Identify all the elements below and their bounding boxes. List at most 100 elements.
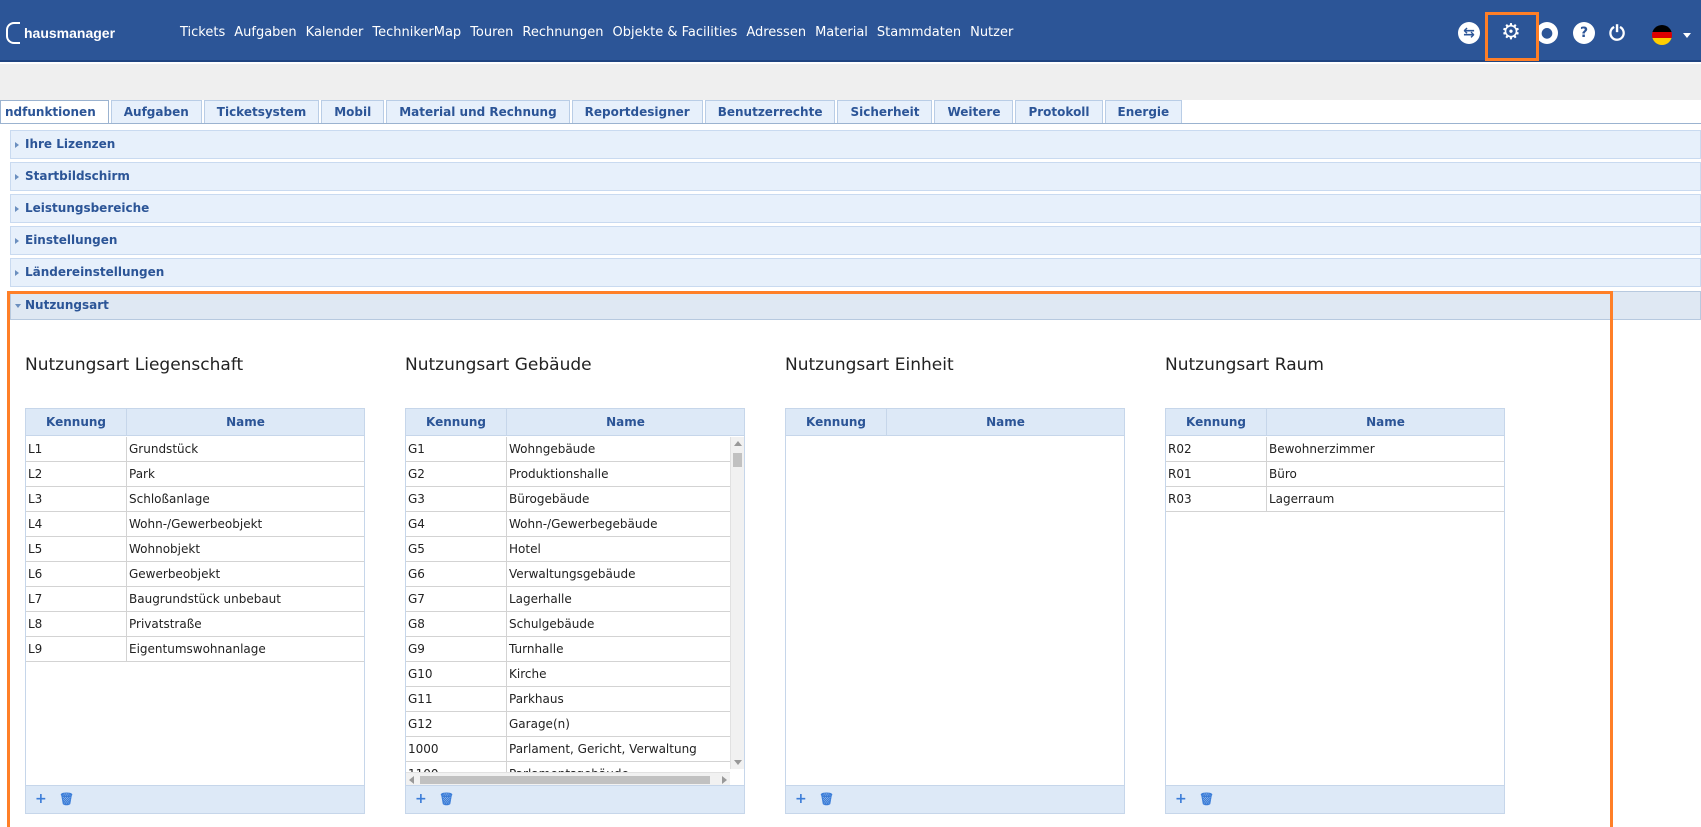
- table-row[interactable]: G1 Wohngebäude: [406, 437, 730, 462]
- tab-mobil[interactable]: Mobil: [321, 100, 385, 124]
- trash-icon[interactable]: 🗑: [1199, 792, 1214, 806]
- table-row[interactable]: G8 Schulgebäude: [406, 612, 730, 637]
- nav-technikermap[interactable]: TechnikerMap: [372, 25, 461, 40]
- nav-tickets[interactable]: Tickets: [180, 25, 225, 40]
- accordion-ihre-lizenzen[interactable]: Ihre Lizenzen: [10, 130, 1701, 159]
- gear-highlight-box: [1485, 12, 1539, 61]
- tab-ticketsystem[interactable]: Ticketsystem: [203, 100, 320, 124]
- table-row[interactable]: R01 Büro: [1166, 462, 1504, 487]
- scroll-down-icon[interactable]: [734, 760, 742, 765]
- scroll-thumb[interactable]: [420, 776, 710, 784]
- cell-name: Parkhaus: [509, 692, 564, 706]
- table-row[interactable]: L3 Schloßanlage: [26, 487, 364, 512]
- column-header-kennung[interactable]: Kennung: [786, 409, 887, 435]
- tab-aufgaben[interactable]: Aufgaben: [110, 100, 202, 124]
- table-row[interactable]: L1 Grundstück: [26, 437, 364, 462]
- cell-kennung: G4: [406, 512, 507, 536]
- cell-kennung: L6: [26, 562, 127, 586]
- table-row[interactable]: 1000 Parlament, Gericht, Verwaltung: [406, 737, 730, 762]
- accordion-leistungsbereiche[interactable]: Leistungsbereiche: [10, 194, 1701, 223]
- column-header-name[interactable]: Name: [1267, 409, 1504, 435]
- power-icon[interactable]: ⏻: [1606, 22, 1628, 44]
- cell-name: Wohngebäude: [509, 442, 596, 456]
- table-row[interactable]: L2 Park: [26, 462, 364, 487]
- nav-kalender[interactable]: Kalender: [306, 25, 364, 40]
- accordion-laendereinstellungen[interactable]: Ländereinstellungen: [10, 258, 1701, 287]
- nav-aufgaben[interactable]: Aufgaben: [234, 25, 296, 40]
- nav-nutzer[interactable]: Nutzer: [970, 25, 1013, 40]
- accordion-einstellungen[interactable]: Einstellungen: [10, 226, 1701, 255]
- table-row[interactable]: G3 Bürogebäude: [406, 487, 730, 512]
- grid-toolbar: + 🗑: [786, 785, 1124, 813]
- tab-weitere[interactable]: Weitere: [934, 100, 1014, 124]
- tab-protokoll[interactable]: Protokoll: [1015, 100, 1103, 124]
- exchange-icon[interactable]: ⇆: [1458, 22, 1480, 44]
- grid-header: Kennung Name: [26, 409, 364, 436]
- column-header-kennung[interactable]: Kennung: [26, 409, 127, 435]
- tab-sicherheit[interactable]: Sicherheit: [837, 100, 933, 124]
- german-flag-icon[interactable]: [1652, 25, 1672, 45]
- nav-stammdaten[interactable]: Stammdaten: [877, 25, 961, 40]
- trash-icon[interactable]: 🗑: [819, 792, 834, 806]
- nav-touren[interactable]: Touren: [470, 25, 513, 40]
- column-header-kennung[interactable]: Kennung: [1166, 409, 1267, 435]
- scroll-right-icon[interactable]: [722, 776, 727, 784]
- grid-body: L1 Grundstück L2 Park L3 Schloßanlage L4 Woh…: [26, 437, 364, 786]
- table-row[interactable]: L5 Wohnobjekt: [26, 537, 364, 562]
- tab-reportdesigner[interactable]: Reportdesigner: [571, 100, 703, 124]
- table-row[interactable]: L7 Baugrundstück unbebaut: [26, 587, 364, 612]
- cell-kennung: G9: [406, 637, 507, 661]
- grid-header: Kennung Name: [406, 409, 744, 436]
- cell-name: Park: [129, 467, 155, 481]
- help-icon[interactable]: ?: [1573, 22, 1595, 44]
- column-header-name[interactable]: Name: [127, 409, 364, 435]
- table-row[interactable]: L6 Gewerbeobjekt: [26, 562, 364, 587]
- table-row[interactable]: G12 Garage(n): [406, 712, 730, 737]
- table-row[interactable]: G11 Parkhaus: [406, 687, 730, 712]
- tab-material-und-rechnung[interactable]: Material und Rechnung: [386, 100, 570, 124]
- trash-icon[interactable]: 🗑: [59, 792, 74, 806]
- table-row[interactable]: R02 Bewohnerzimmer: [1166, 437, 1504, 462]
- nav-objekte-facilities[interactable]: Objekte & Facilities: [612, 25, 737, 40]
- trash-icon[interactable]: 🗑: [439, 792, 454, 806]
- add-icon[interactable]: +: [415, 791, 427, 807]
- table-row[interactable]: G10 Kirche: [406, 662, 730, 687]
- table-row[interactable]: R03 Lagerraum: [1166, 487, 1504, 512]
- column-header-kennung[interactable]: Kennung: [406, 409, 507, 435]
- add-icon[interactable]: +: [35, 791, 47, 807]
- nav-adressen[interactable]: Adressen: [746, 25, 806, 40]
- table-row[interactable]: G2 Produktionshalle: [406, 462, 730, 487]
- tab-benutzerrechte[interactable]: Benutzerrechte: [704, 100, 836, 124]
- vertical-scrollbar[interactable]: [730, 437, 744, 769]
- table-row[interactable]: G9 Turnhalle: [406, 637, 730, 662]
- nav-rechnungen[interactable]: Rechnungen: [522, 25, 603, 40]
- column-header-name[interactable]: Name: [887, 409, 1124, 435]
- table-row[interactable]: L8 Privatstraße: [26, 612, 364, 637]
- user-icon[interactable]: ●: [1536, 22, 1558, 44]
- table-row[interactable]: G7 Lagerhalle: [406, 587, 730, 612]
- add-icon[interactable]: +: [795, 791, 807, 807]
- nav-material[interactable]: Material: [815, 25, 868, 40]
- table-row[interactable]: L4 Wohn-/Gewerbeobjekt: [26, 512, 364, 537]
- accordion-startbildschirm[interactable]: Startbildschirm: [10, 162, 1701, 191]
- cell-name: Wohnobjekt: [129, 542, 201, 556]
- column-header-name[interactable]: Name: [507, 409, 744, 435]
- table-row[interactable]: G4 Wohn-/Gewerbegebäude: [406, 512, 730, 537]
- table-row[interactable]: L9 Eigentumswohnanlage: [26, 637, 364, 662]
- app-logo[interactable]: hausmanager: [6, 22, 115, 44]
- caret-right-icon: [15, 142, 19, 148]
- cell-name: Büro: [1269, 467, 1297, 481]
- scroll-left-icon[interactable]: [409, 776, 414, 784]
- add-icon[interactable]: +: [1175, 791, 1187, 807]
- table-row[interactable]: G6 Verwaltungsgebäude: [406, 562, 730, 587]
- tab-energie[interactable]: Energie: [1104, 100, 1183, 124]
- cell-kennung: R01: [1166, 462, 1267, 486]
- cell-kennung: L1: [26, 437, 127, 461]
- table-row[interactable]: G5 Hotel: [406, 537, 730, 562]
- scroll-thumb[interactable]: [733, 453, 742, 467]
- scroll-up-icon[interactable]: [734, 441, 742, 446]
- tab-grundfunktionen[interactable]: ndfunktionen: [0, 100, 109, 124]
- horizontal-scrollbar[interactable]: [406, 772, 730, 786]
- chevron-down-icon[interactable]: [1683, 33, 1691, 38]
- grid-toolbar: + 🗑: [26, 785, 364, 813]
